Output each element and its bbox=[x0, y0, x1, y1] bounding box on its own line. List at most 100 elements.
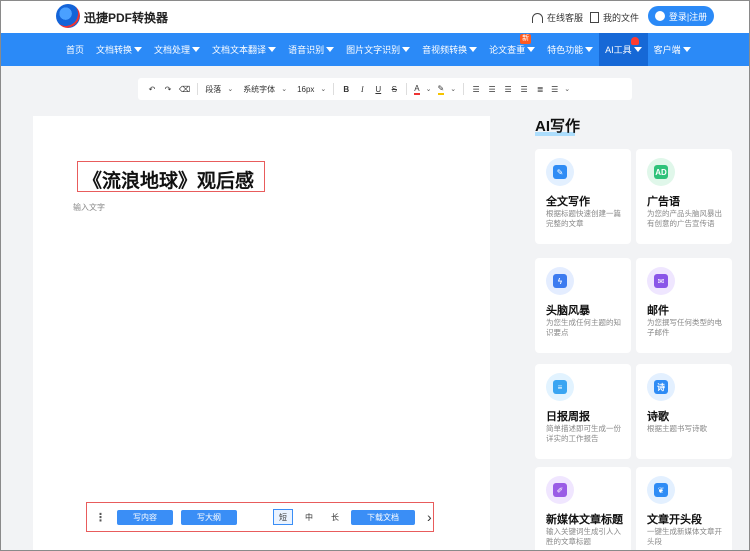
ai-tool-description: 为您的产品头脑风暴出有创意的广告宣传语 bbox=[647, 209, 722, 228]
download-document-button[interactable]: 下载文档 bbox=[351, 509, 415, 525]
chevron-right-icon[interactable]: › bbox=[427, 509, 432, 525]
poem-icon-glyph: 诗 bbox=[654, 380, 668, 394]
eraser-button[interactable]: ⌫ bbox=[176, 78, 193, 100]
caret-down-icon bbox=[268, 47, 277, 52]
document-icon bbox=[590, 12, 599, 23]
strikethrough-button[interactable]: S bbox=[386, 78, 402, 100]
nav-item-4[interactable]: 语音识别 bbox=[282, 33, 340, 66]
align-right-button[interactable]: ☰ bbox=[500, 78, 516, 100]
paragraph-label: 段落 bbox=[205, 84, 222, 94]
document-body-placeholder[interactable]: 输入文字 bbox=[73, 202, 105, 213]
pen-icon-glyph: ✐ bbox=[553, 483, 567, 497]
my-files-link[interactable]: 我的文件 bbox=[590, 11, 639, 24]
write-outline-button[interactable]: 写大纲 bbox=[181, 509, 237, 525]
nav-item-0[interactable]: 首页 bbox=[60, 33, 90, 66]
ad-icon: AD bbox=[647, 158, 675, 186]
length-medium-button[interactable]: 中 bbox=[299, 509, 319, 525]
nav-item-10[interactable]: 客户端 bbox=[648, 33, 697, 66]
length-short-button[interactable]: 短 bbox=[273, 509, 293, 525]
paragraph-select[interactable]: 段落 ⌄ bbox=[202, 78, 236, 100]
ai-tool-description: 根据标题快速创建一篇完整的文章 bbox=[546, 209, 621, 228]
lightning-icon-glyph: ϟ bbox=[553, 274, 567, 288]
customer-service-label: 在线客服 bbox=[547, 13, 584, 23]
ai-tool-name: 全文写作 bbox=[546, 196, 590, 208]
align-center-button[interactable]: ☰ bbox=[484, 78, 500, 100]
report-icon-glyph: ≡ bbox=[553, 380, 567, 394]
underline-button[interactable]: U bbox=[370, 78, 386, 100]
chevron-down-icon: ⌄ bbox=[320, 86, 327, 93]
nav-item-label: 音视频转换 bbox=[422, 45, 468, 55]
nav-item-3[interactable]: 文档文本翻译 bbox=[206, 33, 282, 66]
ai-tool-name: 广告语 bbox=[647, 196, 680, 208]
nav-item-9[interactable]: AI工具 bbox=[599, 33, 648, 66]
line-height-icon: ☰ bbox=[551, 84, 559, 94]
font-size-select[interactable]: 16px ⌄ bbox=[294, 78, 329, 100]
ai-tool-card[interactable]: ≡ 日报周报 简单描述即可生成一份详实的工作报告 bbox=[535, 364, 631, 459]
font-size-label: 16px bbox=[297, 84, 315, 94]
bold-button[interactable]: B bbox=[338, 78, 354, 100]
chevron-down-icon: ⌄ bbox=[227, 86, 234, 93]
indent-icon: ≣ bbox=[536, 84, 544, 94]
nav-item-label: 首页 bbox=[66, 45, 85, 55]
ai-tool-card[interactable]: ✐ 新媒体文章标题 输入关键词生成引人入胜的文章标题 bbox=[535, 467, 631, 551]
nav-item-7[interactable]: 论文查重新 bbox=[483, 33, 541, 66]
font-family-select[interactable]: 系统字体 ⌄ bbox=[240, 78, 290, 100]
pen-icon: ✐ bbox=[546, 476, 574, 504]
chevron-down-icon: ⌄ bbox=[425, 86, 432, 93]
login-register-label: 登录|注册 bbox=[668, 11, 708, 22]
nav-item-5[interactable]: 图片文字识别 bbox=[340, 33, 416, 66]
lightning-icon: ϟ bbox=[546, 267, 574, 295]
ai-tool-name: 头脑风暴 bbox=[546, 305, 590, 317]
font-family-label: 系统字体 bbox=[243, 84, 276, 94]
caret-down-icon bbox=[134, 47, 143, 52]
ai-tool-name: 邮件 bbox=[647, 305, 669, 317]
strikethrough-icon: S bbox=[391, 84, 397, 94]
login-register-button[interactable]: 登录|注册 bbox=[648, 6, 714, 26]
justify-button[interactable]: ☰ bbox=[516, 78, 532, 100]
doc-edit-icon-glyph: ✎ bbox=[553, 165, 567, 179]
document-canvas[interactable]: 《流浪地球》观后感 输入文字 bbox=[33, 116, 490, 551]
nav-item-6[interactable]: 音视频转换 bbox=[416, 33, 483, 66]
redo-button[interactable]: ↷ bbox=[160, 78, 176, 100]
nav-item-label: 客户端 bbox=[653, 45, 681, 55]
ai-tool-description: 一键生成新媒体文章开头段 bbox=[647, 527, 722, 546]
italic-button[interactable]: I bbox=[354, 78, 370, 100]
ai-tool-card[interactable]: 诗诗歌 根据主题书写诗歌 bbox=[636, 364, 732, 459]
font-color-button[interactable]: A ⌄ bbox=[411, 78, 434, 100]
ai-tool-name: 诗歌 bbox=[647, 411, 669, 423]
more-options-icon[interactable]: ⋮ bbox=[95, 511, 106, 524]
nav-item-2[interactable]: 文档处理 bbox=[148, 33, 206, 66]
divider bbox=[406, 83, 408, 95]
top-bar: 迅捷PDF转换器 在线客服 我的文件 登录|注册 bbox=[0, 0, 750, 33]
caret-down-icon bbox=[192, 47, 201, 52]
highlight-button[interactable]: ✎ ⌄ bbox=[435, 78, 460, 100]
write-content-button[interactable]: 写内容 bbox=[117, 509, 173, 525]
ai-tool-card[interactable]: ✉ 邮件 为您撰写任何类型的电子邮件 bbox=[636, 258, 732, 353]
poem-icon: 诗 bbox=[647, 373, 675, 401]
editor-toolbar: ↶ ↷ ⌫ 段落 ⌄ 系统字体 ⌄ 16px ⌄ B I U S A ⌄ ✎ ⌄ ☰ ☰ … bbox=[138, 78, 632, 100]
report-icon: ≡ bbox=[546, 373, 574, 401]
length-long-button[interactable]: 长 bbox=[325, 509, 345, 525]
align-left-button[interactable]: ☰ bbox=[468, 78, 484, 100]
ai-tool-card[interactable]: ϟ 头脑风暴 为您生成任何主题的知识要点 bbox=[535, 258, 631, 353]
app-logo[interactable] bbox=[56, 4, 80, 28]
ai-tool-description: 为您生成任何主题的知识要点 bbox=[546, 318, 621, 337]
ai-tool-card[interactable]: ❦ 文章开头段 一键生成新媒体文章开头段 bbox=[636, 467, 732, 551]
nav-item-1[interactable]: 文档转换 bbox=[90, 33, 148, 66]
new-badge: 新 bbox=[520, 34, 532, 44]
nav-item-label: 论文查重 bbox=[489, 45, 526, 55]
customer-service-link[interactable]: 在线客服 bbox=[532, 11, 583, 24]
line-height-button[interactable]: ☰ ⌄ bbox=[548, 78, 573, 100]
caret-down-icon bbox=[469, 47, 478, 52]
undo-button[interactable]: ↶ bbox=[144, 78, 160, 100]
ai-tool-card[interactable]: AD 广告语 为您的产品头脑风暴出有创意的广告宣传语 bbox=[636, 149, 732, 244]
ai-tool-name: 新媒体文章标题 bbox=[546, 514, 623, 526]
ai-tool-card[interactable]: ✎ 全文写作 根据标题快速创建一篇完整的文章 bbox=[535, 149, 631, 244]
nav-item-8[interactable]: 特色功能 bbox=[541, 33, 599, 66]
indent-button[interactable]: ≣ bbox=[532, 78, 548, 100]
undo-icon: ↶ bbox=[148, 84, 156, 94]
doc-edit-icon: ✎ bbox=[546, 158, 574, 186]
document-title[interactable]: 《流浪地球》观后感 bbox=[83, 166, 254, 193]
ai-tool-description: 根据主题书写诗歌 bbox=[647, 424, 707, 433]
my-files-label: 我的文件 bbox=[603, 13, 640, 23]
